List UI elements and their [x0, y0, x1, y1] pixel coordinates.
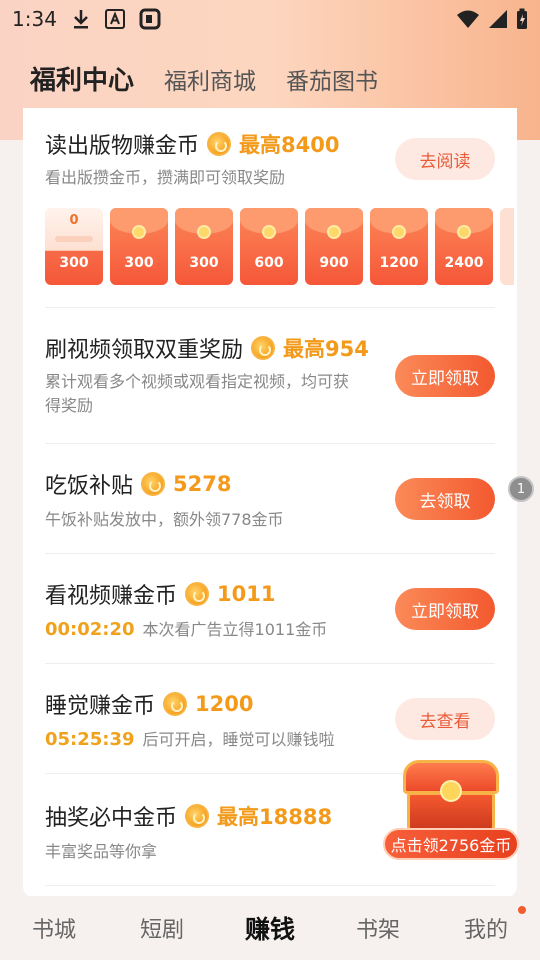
coin-icon: [207, 132, 232, 156]
envelope-amount: 1200: [379, 255, 419, 271]
floating-treasure-chest[interactable]: 点击领2756金币: [383, 760, 519, 860]
nav-bookstore[interactable]: 书城: [0, 912, 108, 944]
task-amount: 1011: [217, 582, 276, 606]
download-icon: [73, 10, 88, 29]
coin-icon: [185, 804, 210, 828]
task-meal-subsidy: 吃饭补贴 5278 午饭补贴发放中，额外领778金币 去领取: [45, 464, 495, 554]
header-tabs: 福利中心 福利商城 番茄图书: [30, 60, 378, 97]
task-amount: 最高954: [283, 337, 369, 361]
tab-welfare-mall[interactable]: 福利商城: [164, 62, 256, 96]
tab-welfare-center[interactable]: 福利中心: [30, 60, 134, 97]
envelope-amount: 600: [254, 255, 284, 271]
task-title: 睡觉赚金币: [45, 694, 156, 719]
chest-claim-label: 点击领2756金币: [383, 828, 519, 860]
envelope-amount: 900: [319, 255, 349, 271]
claim-now-button[interactable]: 立即领取: [395, 355, 495, 397]
nav-mine[interactable]: 我的: [432, 906, 540, 944]
red-envelope[interactable]: 600: [240, 208, 298, 285]
battery-icon: [517, 8, 527, 29]
task-title: 读出版物赚金币: [45, 134, 200, 159]
envelope-amount: 300: [59, 255, 89, 271]
go-view-button[interactable]: 去查看: [395, 698, 495, 740]
envelope-progress[interactable]: 0 300: [45, 208, 103, 285]
task-description: 本次看广告立得1011金币: [142, 620, 328, 639]
envelope-seal-icon: [197, 225, 211, 239]
envelope-amount: 300: [124, 255, 154, 271]
envelope-progress-bar: [55, 236, 93, 242]
countdown-timer: 05:25:39: [45, 729, 135, 750]
task-watch-video: 看视频赚金币 1011 00:02:20 本次看广告立得1011金币 立即领取: [45, 574, 495, 664]
nav-mine-label: 我的: [463, 918, 508, 943]
envelope-seal-icon: [327, 225, 341, 239]
task-video-double-reward: 刷视频领取双重奖励 最高954 累计观看多个视频或观看指定视频，均可获 得奖励 …: [45, 328, 495, 444]
envelope-seal-icon: [132, 225, 146, 239]
bottom-nav: 书城 短剧 赚钱 书架 我的: [0, 896, 540, 960]
red-envelope[interactable]: 300: [175, 208, 233, 285]
countdown-timer: 00:02:20: [45, 619, 135, 640]
nav-earn-money[interactable]: 赚钱: [216, 910, 324, 946]
coin-icon: [141, 472, 166, 496]
envelope-seal-icon: [457, 225, 471, 239]
notification-dot: [518, 906, 526, 914]
status-time: 1:34: [12, 7, 57, 31]
go-read-button[interactable]: 去阅读: [395, 138, 495, 180]
coin-icon: [163, 692, 188, 716]
claim-now-button[interactable]: 立即领取: [395, 588, 495, 630]
red-envelope[interactable]: 2400: [435, 208, 493, 285]
task-title: 吃饭补贴: [45, 474, 134, 499]
font-icon: [104, 9, 125, 29]
side-count-badge[interactable]: 1: [508, 476, 534, 502]
treasure-chest-icon: [403, 760, 499, 836]
envelope-amount: 300: [189, 255, 219, 271]
nav-short-drama[interactable]: 短剧: [108, 912, 216, 944]
task-amount: 最高8400: [239, 133, 340, 157]
red-envelope[interactable]: 1200: [370, 208, 428, 285]
envelope-amount: 2400: [444, 255, 484, 271]
status-bar: 1:34: [0, 0, 540, 38]
task-amount: 最高18888: [217, 805, 333, 829]
coin-icon: [251, 336, 276, 360]
red-envelope-partial: [500, 208, 514, 285]
task-title: 刷视频领取双重奖励: [45, 338, 244, 363]
red-envelope[interactable]: 900: [305, 208, 363, 285]
reward-envelopes: 0 300 300 300 600 900 1200 2400: [45, 208, 514, 285]
task-title: 抽奖必中金币: [45, 806, 178, 831]
task-amount: 1200: [195, 692, 254, 716]
task-description-line-2: 得奖励: [45, 396, 94, 415]
nav-bookshelf[interactable]: 书架: [324, 912, 432, 944]
tab-tomato-books[interactable]: 番茄图书: [286, 62, 378, 96]
envelope-progress-count: 0: [69, 213, 79, 228]
task-title: 看视频赚金币: [45, 584, 178, 609]
go-claim-button[interactable]: 去领取: [395, 478, 495, 520]
coin-icon: [185, 582, 210, 606]
wifi-icon: [457, 10, 479, 28]
envelope-seal-icon: [392, 225, 406, 239]
envelope-seal-icon: [262, 225, 276, 239]
signal-icon: [489, 10, 507, 28]
app-d-icon: [139, 8, 161, 30]
task-description: 后可开启，睡觉可以赚钱啦: [142, 730, 335, 749]
task-amount: 5278: [173, 472, 232, 496]
red-envelope[interactable]: 300: [110, 208, 168, 285]
